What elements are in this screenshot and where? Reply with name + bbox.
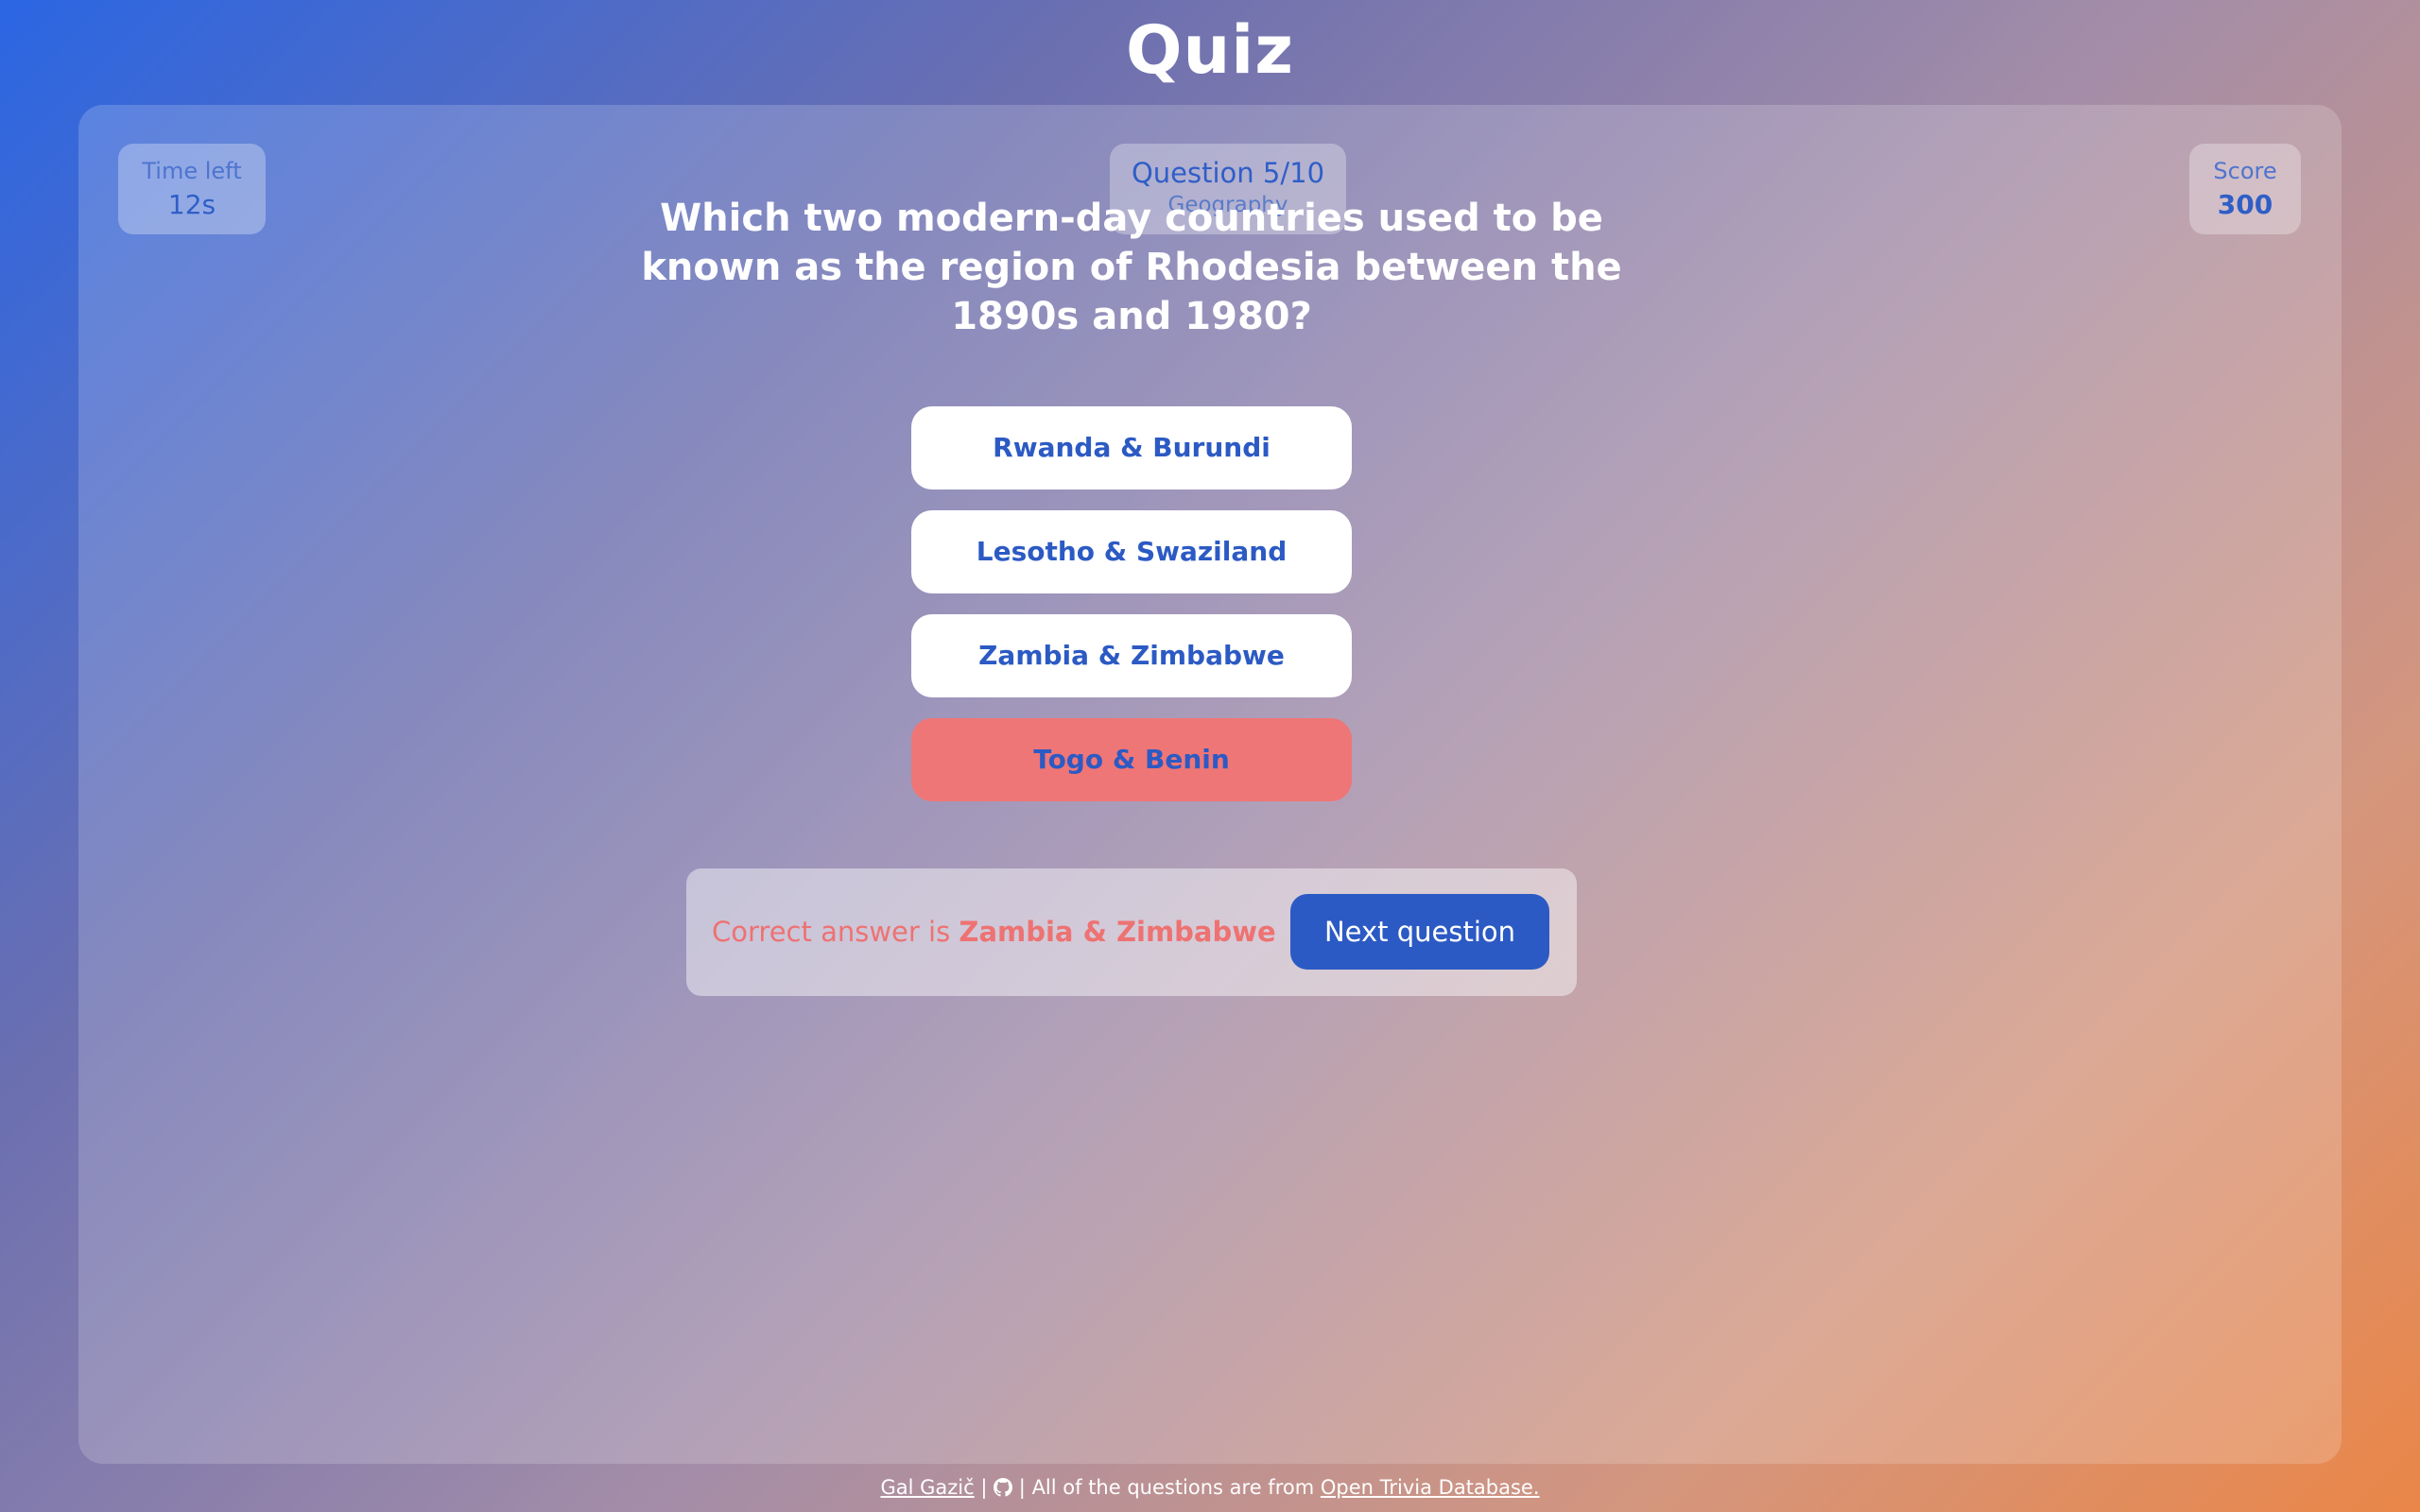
answer-option-4[interactable]: Togo & Benin: [911, 718, 1352, 801]
time-left-value: 12s: [167, 189, 216, 220]
github-icon[interactable]: [994, 1477, 1013, 1497]
correct-answer: Zambia & Zimbabwe: [959, 916, 1276, 948]
answer-list: Rwanda & Burundi Lesotho & Swaziland Zam…: [911, 406, 1352, 822]
source-link[interactable]: Open Trivia Database.: [1321, 1476, 1540, 1499]
author-link[interactable]: Gal Gazič: [880, 1476, 974, 1499]
answer-option-2[interactable]: Lesotho & Swaziland: [911, 510, 1352, 593]
footer: Gal Gazič | | All of the questions are f…: [0, 1474, 2420, 1501]
answer-option-1[interactable]: Rwanda & Burundi: [911, 406, 1352, 490]
footer-separator: |: [1018, 1476, 1026, 1499]
feedback-prefix: Correct answer is: [712, 916, 951, 948]
question-text: Which two modern-day countries used to b…: [641, 197, 1622, 338]
score-label: Score: [2213, 158, 2277, 184]
next-question-button[interactable]: Next question: [1290, 894, 1549, 970]
time-left-panel: Time left 12s: [118, 144, 266, 234]
score-value: 300: [2217, 189, 2273, 220]
score-panel: Score 300: [2189, 144, 2301, 234]
answer-option-3[interactable]: Zambia & Zimbabwe: [911, 614, 1352, 697]
footer-source-text: All of the questions are from: [1031, 1476, 1315, 1499]
feedback-message: Correct answer is Zambia & Zimbabwe: [712, 868, 1276, 996]
page-title: Quiz: [1125, 11, 1295, 89]
feedback-panel: Correct answer is Zambia & Zimbabwe Next…: [686, 868, 1577, 996]
footer-separator: |: [980, 1476, 988, 1499]
time-left-label: Time left: [142, 158, 242, 184]
question-counter: Question 5/10: [1131, 157, 1325, 189]
